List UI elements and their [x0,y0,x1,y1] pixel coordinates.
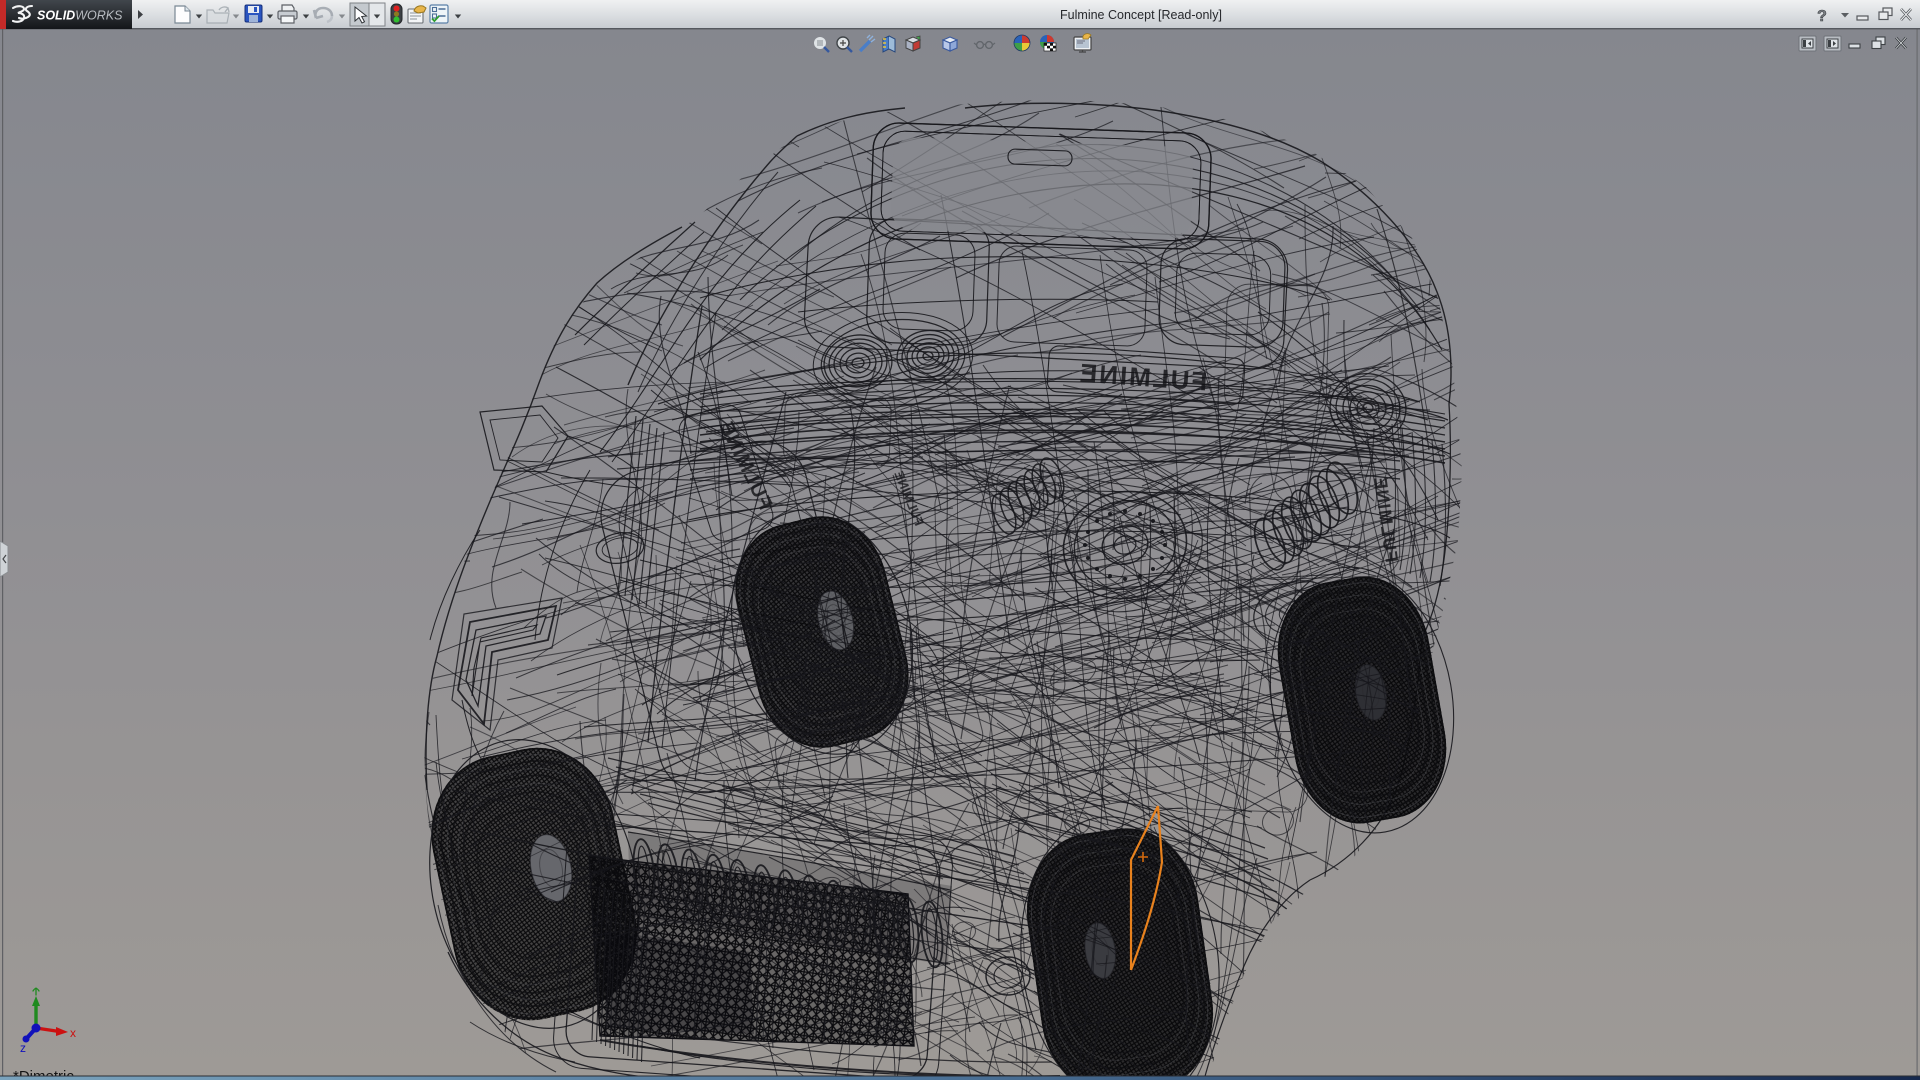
svg-text:Fulmine Concept [Read-only]: Fulmine Concept [Read-only] [1060,8,1222,22]
svg-text:SOLIDWORKS: SOLIDWORKS [37,9,123,23]
svg-text:z: z [20,1041,26,1055]
svg-text:?: ? [1817,8,1827,25]
svg-text:x: x [70,1026,76,1040]
